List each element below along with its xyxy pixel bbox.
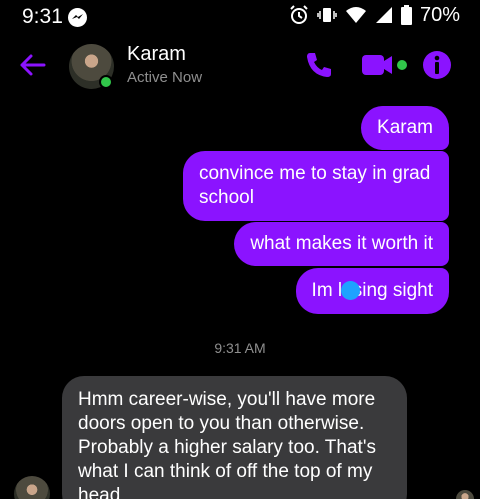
messenger-notification-icon: [68, 8, 87, 27]
touch-indicator: [341, 281, 360, 300]
contact-status: Active Now: [127, 69, 203, 86]
conversation-header: Karam Active Now: [0, 32, 480, 96]
message-timestamp: 9:31 AM: [214, 340, 266, 356]
sent-message[interactable]: Im losing sight: [295, 268, 449, 314]
contact-name[interactable]: Karam: [127, 43, 186, 66]
sent-message[interactable]: Karam: [361, 106, 449, 150]
video-call-icon[interactable]: [360, 48, 412, 82]
alarm-icon: [290, 5, 308, 24]
battery-percent: 70%: [419, 3, 460, 26]
vibrate-icon: [317, 8, 337, 22]
sender-avatar: [14, 476, 50, 499]
sent-message[interactable]: convince me to stay in grad school: [183, 151, 449, 221]
phone-call-icon[interactable]: [302, 48, 336, 82]
received-message[interactable]: Hmm career-wise, you'll have more doors …: [62, 376, 407, 499]
battery-icon: [400, 5, 412, 25]
status-time: 9:31: [22, 5, 63, 28]
status-bar: 9:31 70%: [0, 0, 480, 32]
sent-message[interactable]: what makes it worth it: [234, 222, 449, 266]
read-receipt-avatar: [456, 490, 474, 499]
info-icon[interactable]: [420, 48, 454, 82]
back-arrow-icon[interactable]: [18, 50, 48, 80]
wifi-icon: [345, 7, 366, 23]
online-indicator: [99, 75, 113, 89]
signal-icon: [375, 7, 392, 23]
status-icons: 70%: [289, 4, 460, 26]
